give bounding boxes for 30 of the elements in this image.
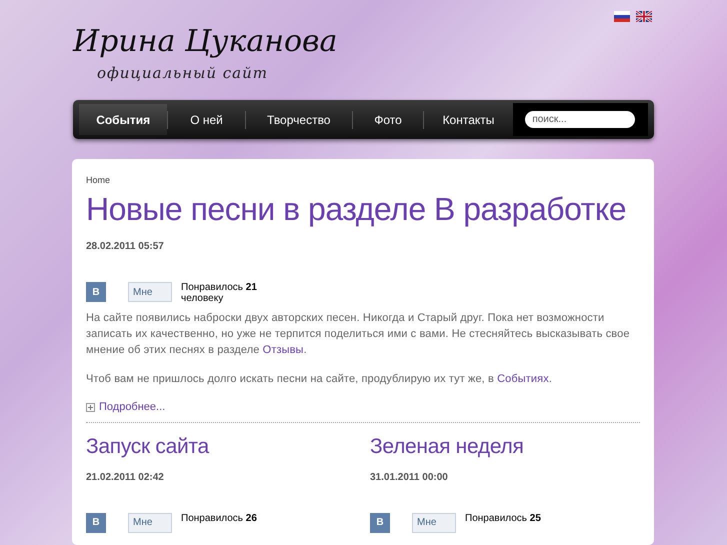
text-link[interactable]: Событиях [497, 373, 549, 385]
like-button[interactable]: Мне [128, 512, 172, 532]
site-title: Ирина Цуканова [73, 23, 338, 61]
like-count: Понравилось 21 [181, 282, 257, 293]
breadcrumb-link[interactable]: Home [86, 174, 640, 186]
post-date: 31.01.2011 00:00 [370, 470, 449, 484]
paragraph: Чтоб вам не пришлось долго искать песни на сайте, продублирую их тут же, в Событиях. [86, 372, 553, 387]
post-title-link[interactable]: Новые песни в разделе В разработке [86, 189, 640, 229]
nav-tab[interactable]: Контакты [424, 104, 513, 135]
vk-badge: В [86, 512, 106, 532]
vk-badge: В [86, 282, 106, 302]
post-title-link[interactable]: Запуск сайта [86, 432, 356, 462]
text-link[interactable]: Отзывы [262, 344, 304, 356]
like-count: Понравилось 25 [465, 512, 541, 524]
like-button[interactable]: Мне [128, 282, 172, 302]
like-count-caption: человеку [181, 293, 224, 304]
nav-tab[interactable]: События [79, 104, 168, 135]
nav-tab[interactable]: Творчество [246, 104, 352, 135]
like-button[interactable]: Мне [412, 512, 456, 532]
post-title-link[interactable]: Зеленая неделя [370, 432, 640, 462]
post-date: 28.02.2011 05:57 [86, 240, 165, 254]
nav-tab[interactable]: Фото [352, 104, 424, 135]
post-date: 21.02.2011 02:42 [86, 470, 165, 484]
read-more-link[interactable]: Подробнее... [99, 399, 166, 416]
site-subtitle: официальный сайт [97, 63, 269, 84]
nav-tab[interactable]: О ней [168, 104, 245, 135]
like-count: Понравилось 26 [181, 512, 257, 524]
vk-badge: В [370, 512, 390, 532]
search-field[interactable]: поиск... [525, 111, 636, 128]
paragraph: На сайте появились наброски двух авторских песен. Никогда и Старый друг. Пока нет возможности записать их качественно, но уже не терпится поделиться ими с вами. Не стесняйтесь высказывать свое мнение об этих песнях в разделе Отзывы. [86, 311, 631, 358]
